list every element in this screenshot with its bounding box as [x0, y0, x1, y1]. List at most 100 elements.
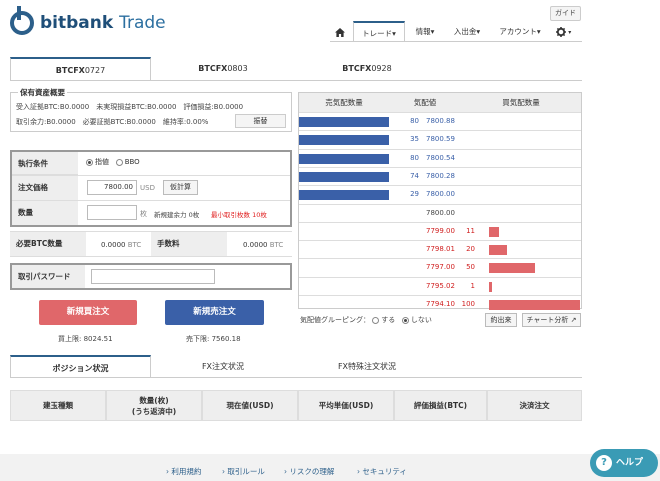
ask-price: 7800.88 — [426, 117, 455, 125]
gear-icon[interactable]: ▾ — [551, 21, 576, 42]
fee-amount: 0.0000 — [243, 241, 268, 249]
nav-account[interactable]: アカウント▾ — [491, 21, 549, 42]
fee-value: 0.0000 BTC — [243, 241, 283, 249]
bbo-label: BBO — [124, 158, 140, 166]
calc-button[interactable]: 仮計算 — [163, 180, 198, 195]
ask-qty: 35 — [410, 135, 419, 144]
qty-input[interactable] — [87, 205, 137, 220]
chart-analysis-button[interactable]: チャート分析 ↗ — [522, 313, 581, 327]
col-settle-order: 決済注文 — [487, 390, 582, 421]
link-risk[interactable]: › リスクの理解 — [284, 466, 334, 477]
ask-row[interactable]: 29 7800.00 — [299, 185, 581, 203]
ask-row[interactable]: 80 7800.88 — [299, 112, 581, 130]
grouping-off-label: しない — [410, 316, 432, 324]
bid-qty: 1 — [470, 281, 475, 290]
mid-row[interactable]: 7800.00 — [299, 203, 581, 222]
price-input[interactable]: 7800.00 — [87, 180, 137, 195]
help-button[interactable]: ? ヘルプ — [590, 449, 658, 477]
help-icon: ? — [596, 455, 612, 471]
ask-price: 7800.59 — [426, 135, 455, 144]
bid-row[interactable]: 7797.00 50 — [299, 258, 581, 276]
ask-row[interactable]: 80 7800.54 — [299, 148, 581, 167]
tab-btcfx0803[interactable]: BTCFX0803 — [151, 57, 295, 81]
bid-bar — [489, 300, 580, 310]
buy-order-button[interactable]: 新規買注文 — [39, 300, 137, 325]
price-label: 注文価格 — [12, 176, 78, 200]
nav-deposit[interactable]: 入出金▾ — [443, 21, 491, 42]
grouping-on-label: する — [381, 316, 396, 324]
radio-limit[interactable]: 指値 — [86, 158, 109, 166]
col-current-price: 現在値(USD) — [202, 390, 298, 421]
ask-row[interactable]: 35 7800.59 — [299, 130, 581, 148]
trade-history-button[interactable]: 約出来 — [485, 313, 517, 327]
transfer-button[interactable]: 振替 — [235, 114, 286, 128]
tab-fx-special-orders[interactable]: FX特殊注文状況 — [295, 355, 439, 378]
fee-label: 手数料 — [151, 232, 227, 256]
tab-product: BTCFX — [55, 66, 85, 75]
bid-row[interactable]: 7794.10 100 — [299, 295, 581, 313]
limit-label: 指値 — [95, 158, 109, 166]
sell-order-button[interactable]: 新規売注文 — [165, 300, 264, 325]
col-unrealized-pnl: 評価損益(BTC) — [394, 390, 487, 421]
qty-unit: 枚 — [140, 210, 147, 218]
radio-icon[interactable] — [115, 158, 123, 166]
tab-positions[interactable]: ポジション状況 — [10, 355, 151, 378]
radio-icon[interactable] — [372, 316, 380, 324]
link-trading-rules[interactable]: › 取引ルール — [222, 466, 265, 477]
ask-price: 7800.54 — [426, 153, 455, 162]
bid-bar — [489, 263, 535, 274]
btc-req-label: 必要BTC数量 — [10, 232, 86, 256]
book-head-price: 気配値 — [389, 93, 461, 112]
btc-req-amount: 0.0000 — [101, 241, 126, 249]
btc-unit: BTC — [269, 241, 284, 249]
link-security[interactable]: › セキュリティ — [357, 466, 407, 477]
grouping-row: 気配値グルーピング： する しない — [300, 315, 432, 325]
tab-month: 0727 — [84, 66, 106, 75]
bid-qty: 100 — [461, 300, 475, 308]
ask-row[interactable]: 74 7800.28 — [299, 166, 581, 185]
bid-row[interactable]: 7799.00 11 — [299, 221, 581, 240]
col-quantity: 数量(枚) (うち返済中) — [106, 390, 202, 421]
ask-bar — [299, 117, 389, 127]
assets-row-2: 取引余力:B0.0000 必要証拠BTC:B0.0000 維持率:0.00% — [16, 118, 209, 126]
tab-product: BTCFX — [342, 64, 372, 73]
grouping-off[interactable]: しない — [401, 316, 432, 324]
bottom-tabs-divider — [10, 377, 582, 378]
buy-limit: 買上限: 8024.51 — [58, 335, 113, 343]
assets-row-1: 受入証拠BTC:B0.0000 未実現損益BTC:B0.0000 評価損益:B0… — [16, 103, 244, 111]
tab-month: 0928 — [371, 64, 392, 73]
book-head-sell: 売気配数量 — [299, 93, 389, 112]
ask-bar — [299, 153, 389, 164]
btc-unit: BTC — [127, 241, 142, 249]
ask-price: 7800.00 — [426, 190, 455, 199]
ask-qty: 80 — [410, 153, 419, 162]
ask-bar — [299, 171, 389, 182]
grouping-label: 気配値グルーピング： — [300, 316, 370, 324]
bid-qty: 11 — [466, 226, 475, 235]
link-terms[interactable]: › 利用規約 — [166, 466, 201, 477]
tab-btcfx0727[interactable]: BTCFX0727 — [10, 57, 151, 81]
nav-divider — [330, 41, 582, 42]
bid-row[interactable]: 7795.02 1 — [299, 276, 581, 295]
qty-label: 数量 — [12, 201, 78, 225]
tab-btcfx0928[interactable]: BTCFX0928 — [295, 57, 439, 81]
logo-icon[interactable] — [10, 6, 34, 35]
password-input[interactable] — [91, 269, 215, 284]
ask-qty: 29 — [410, 190, 419, 199]
tabs-divider — [10, 80, 582, 81]
radio-bbo[interactable]: BBO — [115, 158, 140, 166]
nav-trade[interactable]: トレード▾ — [353, 21, 405, 42]
bid-row[interactable]: 7798.01 20 — [299, 240, 581, 258]
radio-icon[interactable] — [86, 158, 93, 166]
bid-bar — [489, 245, 508, 256]
logo[interactable]: bitbank Trade — [40, 13, 166, 33]
radio-icon[interactable] — [401, 316, 409, 324]
tab-fx-orders[interactable]: FX注文状況 — [151, 355, 295, 378]
nav-info[interactable]: 情報▾ — [407, 21, 443, 42]
exec-label: 執行条件 — [12, 152, 78, 175]
guide-button[interactable]: ガイド — [550, 6, 581, 21]
grouping-on[interactable]: する — [372, 316, 395, 324]
ask-qty: 74 — [410, 171, 419, 180]
home-icon[interactable] — [330, 21, 350, 42]
new-remaining: 新規建余力 0枚 — [154, 211, 200, 219]
